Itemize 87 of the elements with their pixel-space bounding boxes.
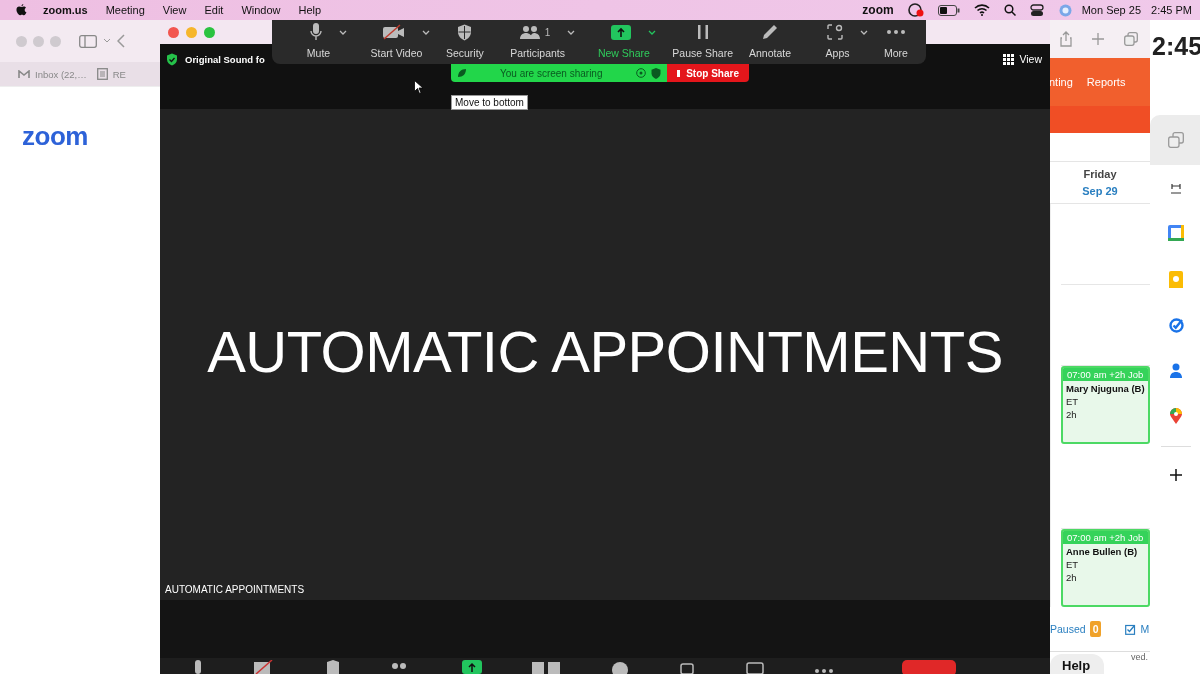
pause-icon[interactable] xyxy=(532,660,562,674)
toolbar-button[interactable]: Pause Share xyxy=(672,20,734,64)
appointment-code: ET xyxy=(1065,558,1080,572)
help-button[interactable]: Help xyxy=(1050,654,1105,674)
menu-item[interactable]: Edit xyxy=(204,4,224,16)
caret-icon[interactable] xyxy=(421,29,430,35)
shield-check-icon xyxy=(651,67,661,79)
appointment-card[interactable]: 07:00 am +2h Job Anne Bullen (B) ET 2h xyxy=(1061,529,1150,608)
caret-icon[interactable] xyxy=(860,29,869,35)
app-logo-icon[interactable] xyxy=(1169,183,1183,195)
audio-label[interactable]: Original Sound fo xyxy=(185,54,265,65)
caret-icon[interactable] xyxy=(339,29,347,35)
tooltip: Move to bottom xyxy=(451,95,528,110)
video-off-icon xyxy=(382,24,405,40)
participants-icon xyxy=(519,25,540,39)
appointment-time: 07:00 am +2h Job xyxy=(1063,531,1148,545)
appointment-time: 07:00 am +2h Job xyxy=(1063,368,1148,382)
client-name: Mary Njuguna (B) xyxy=(1065,382,1146,396)
shield-check-icon xyxy=(166,53,178,66)
toolbar-button[interactable]: 1 Participants xyxy=(499,20,576,64)
app-menu[interactable]: zoom.us xyxy=(43,4,88,16)
apple-icon[interactable] xyxy=(16,3,27,17)
close-button[interactable] xyxy=(168,26,179,38)
paused-count: 0 xyxy=(1089,621,1102,638)
wifi-icon[interactable] xyxy=(973,4,990,16)
menu-item[interactable]: View xyxy=(162,4,187,16)
share-screen-icon xyxy=(611,24,632,40)
pause-icon xyxy=(696,25,709,39)
checkbox-icon xyxy=(1125,623,1137,635)
leaf-icon xyxy=(457,68,467,78)
participant-count: 1 xyxy=(544,26,551,38)
toolbar-button[interactable]: Annotate xyxy=(749,20,792,64)
footer-note: ved. xyxy=(1131,652,1148,662)
appointment-card[interactable]: 07:00 am +2h Job Mary Njuguna (B) ET 2h xyxy=(1061,366,1150,445)
person-icon[interactable] xyxy=(1170,363,1182,378)
zoom-logo[interactable]: zoom xyxy=(22,121,88,151)
date-label[interactable]: Sep 29 xyxy=(1082,185,1118,198)
appointment-duration: 2h xyxy=(1065,408,1078,422)
toolbar-button[interactable]: New Share xyxy=(591,20,657,64)
client-name: Anne Bullen (B) xyxy=(1065,545,1139,559)
status-app-label[interactable]: zoom xyxy=(862,3,894,17)
appointment-duration: 2h xyxy=(1065,571,1078,585)
grid-icon xyxy=(1003,53,1015,65)
toolbar-button[interactable]: More xyxy=(884,20,908,64)
caret-icon[interactable] xyxy=(648,29,657,35)
menu-bar-time[interactable]: 2:45 PM xyxy=(1151,4,1192,16)
apps-icon[interactable] xyxy=(680,660,696,674)
share-screen-icon[interactable] xyxy=(462,660,482,674)
toolbar-button[interactable]: Apps xyxy=(807,20,869,64)
mail-icon xyxy=(18,69,30,79)
caret-icon[interactable] xyxy=(567,29,576,35)
battery-icon[interactable] xyxy=(937,4,960,16)
day-label: Friday xyxy=(1083,168,1117,181)
whiteboard-icon[interactable] xyxy=(746,660,764,674)
document-icon xyxy=(96,68,108,80)
shield-icon[interactable] xyxy=(326,660,340,674)
shared-window-caption: AUTOMATIC APPOINTMENTS xyxy=(165,583,305,595)
toolbar-button[interactable]: Mute xyxy=(290,20,347,64)
search-icon[interactable] xyxy=(1003,4,1016,16)
shared-title: AUTOMATIC APPOINTMENTS xyxy=(207,318,1003,385)
footer-link[interactable]: M xyxy=(1140,623,1150,636)
menu-item[interactable]: Help xyxy=(298,4,322,16)
microphone-icon[interactable] xyxy=(192,660,204,674)
check-circle-icon[interactable] xyxy=(1168,318,1184,333)
screen-record-icon[interactable] xyxy=(907,3,924,17)
mouse-cursor-icon xyxy=(414,80,423,94)
microphone-icon xyxy=(310,23,322,41)
control-center-icon[interactable] xyxy=(1029,3,1045,17)
toolbar-button[interactable]: Start Video xyxy=(362,20,430,64)
calendar-icon[interactable] xyxy=(1168,225,1184,241)
target-icon[interactable] xyxy=(636,68,646,78)
apps-icon xyxy=(827,24,844,40)
sharing-status-text: You are screen sharing xyxy=(500,67,603,79)
stop-share-button[interactable]: Stop Share xyxy=(667,64,749,82)
paused-label[interactable]: Paused xyxy=(1050,623,1086,636)
toolbar-button[interactable]: Security xyxy=(445,20,484,64)
view-button[interactable]: View xyxy=(1003,53,1042,65)
security-shield-icon xyxy=(457,23,473,41)
sidebar-icon[interactable] xyxy=(79,34,97,48)
more-icon xyxy=(886,30,905,34)
plus-icon[interactable] xyxy=(1170,469,1182,481)
menu-item[interactable]: Meeting xyxy=(105,4,145,16)
pencil-icon xyxy=(762,24,779,40)
menu-item[interactable]: Window xyxy=(241,4,281,16)
appointment-code: ET xyxy=(1065,395,1080,409)
menu-bar-date[interactable]: Mon Sep 25 xyxy=(1081,4,1142,16)
map-pin-icon[interactable] xyxy=(1170,408,1182,424)
